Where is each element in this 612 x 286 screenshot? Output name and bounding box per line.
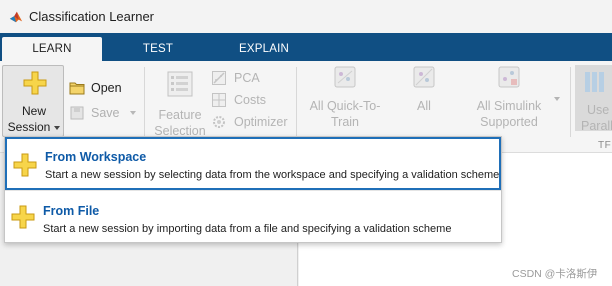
menu-item-from-file[interactable]: From File Start a new session by importi… [5,190,501,243]
gallery-item-label-line1: All Simulink [476,99,542,113]
costs-button[interactable]: Costs [212,89,287,111]
optimizer-button[interactable]: Optimizer [212,111,287,133]
window-title: Classification Learner [29,9,155,24]
gallery-expand-icon[interactable] [554,97,560,101]
tab-strip: LEARN TEST EXPLAIN [0,33,612,61]
folder-icon [69,82,85,95]
menu-item-description: Start a new session by importing data fr… [43,223,452,235]
parallel-icon [585,72,604,92]
new-session-label-line2: Session [3,120,65,134]
new-session-label-line1: New [21,104,46,118]
use-parallel-label-line1: Use [587,103,610,117]
menu-item-description: Start a new session by selecting data fr… [45,169,500,181]
open-label: Open [91,81,122,95]
pca-button[interactable]: PCA [212,67,287,89]
save-icon [70,106,84,120]
gallery-item-label-line1: All Quick-To- [309,99,381,113]
save-button[interactable]: Save [69,106,136,120]
tab-test[interactable]: TEST [118,37,198,61]
new-session-button[interactable]: New Session [2,65,64,137]
gallery-item-all[interactable]: All [404,65,444,114]
gallery-item-all-simulink-supported[interactable]: All Simulink Supported [466,65,552,130]
pca-label: PCA [234,71,260,85]
watermark: CSDN @卡洛斯伊 [512,268,598,280]
chevron-down-icon[interactable] [129,111,136,115]
new-session-menu: From Workspace Start a new session by se… [4,136,502,243]
optimizer-label: Optimizer [234,115,288,129]
menu-item-from-workspace[interactable]: From Workspace Start a new session by se… [5,137,501,190]
tab-explain[interactable]: EXPLAIN [224,37,304,61]
ribbon-separator [296,67,297,137]
feature-list-icon [167,71,193,97]
matlab-logo-icon [9,11,23,22]
section-label-fragment: TF [598,140,612,151]
model-icon [498,66,520,88]
model-icon [334,66,356,88]
menu-item-title: From File [43,204,100,218]
save-label: Save [91,106,120,120]
tab-learn[interactable]: LEARN [2,37,102,61]
gallery-item-label-line1: All [417,99,431,113]
plus-icon [11,205,35,229]
gallery-item-label-line2: Train [330,115,359,129]
costs-label: Costs [234,93,266,107]
model-icon [413,66,435,88]
options-group: PCA Costs Optimizer [212,67,287,133]
pca-icon [212,71,226,85]
title-bar: Classification Learner [0,0,612,33]
open-button[interactable]: Open [69,81,122,95]
gear-icon [213,116,225,128]
menu-item-title: From Workspace [45,150,147,164]
feature-selection-button[interactable]: Feature Selection [148,71,212,139]
plus-icon [23,71,47,95]
use-parallel-button[interactable]: Use Paralle [575,65,612,133]
ribbon-separator [570,67,571,137]
ribbon-separator [144,67,145,137]
use-parallel-label-line2: Paralle [581,119,612,133]
costs-grid-icon [212,93,226,107]
chevron-down-icon [54,125,61,130]
plus-icon [13,153,37,177]
feature-selection-label-line1: Feature [158,108,202,122]
gallery-item-all-quick-to-train[interactable]: All Quick-To- Train [308,65,382,130]
gallery-item-label-line2: Supported [480,115,538,129]
